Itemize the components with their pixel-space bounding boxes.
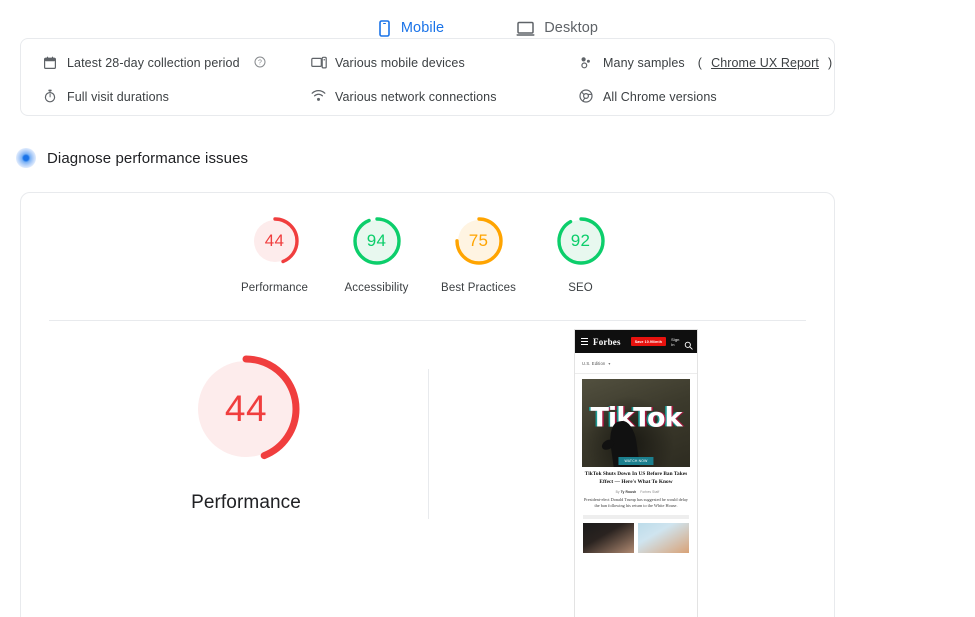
subscribe-button: Save 10.90/mth [630, 337, 667, 346]
related-thumbnail [583, 523, 634, 553]
forbes-logo: Forbes [593, 336, 621, 347]
stopwatch-icon [43, 89, 58, 104]
screenshot-site-header: Forbes Save 10.90/mth Sign In [575, 330, 697, 353]
performance-summary: 44 Performance [161, 350, 331, 514]
article-dek: President-elect Donald Trump has suggest… [584, 497, 688, 508]
info-label-many-samples: Many samples [603, 56, 685, 70]
info-label-chrome-versions: All Chrome versions [603, 89, 717, 104]
info-item-chrome-versions: All Chrome versions [579, 82, 834, 112]
gauge-value-accessibility: 94 [366, 231, 387, 250]
score-performance[interactable]: 44 Performance [224, 215, 326, 294]
edition-label: U.S. Edition [582, 360, 606, 366]
gauge-value-best-practices: 75 [468, 231, 489, 250]
gauge-accessibility: 94 [351, 215, 403, 267]
tab-desktop-label: Desktop [544, 20, 599, 36]
info-item-visit-durations: Full visit durations [43, 82, 311, 112]
article-headline: TikTok Shuts Down In US Before Ban Takes… [584, 471, 688, 485]
gauge-value-performance-large: 44 [224, 388, 268, 429]
performance-detail-area: 44 Performance Forbes Save 10.90/mth Sig… [21, 321, 834, 617]
mobile-icon [377, 19, 392, 37]
calendar-icon [43, 56, 58, 71]
help-icon[interactable]: ? [254, 56, 266, 71]
chevron-down-icon: ▾ [608, 360, 611, 366]
article-body: TikTok Shuts Down In US Before Ban Takes… [575, 467, 697, 509]
crux-paren-close: ) [827, 56, 833, 70]
vertical-divider [428, 369, 429, 519]
score-best-practices[interactable]: 75 Best Practices [428, 215, 530, 294]
info-item-mobile-devices: Various mobile devices [311, 48, 579, 78]
desktop-icon [516, 20, 535, 37]
score-accessibility[interactable]: 94 Accessibility [326, 215, 428, 294]
page-title: Diagnose performance issues [47, 149, 249, 167]
byline-role: Forbes Staff [640, 490, 660, 494]
mobile-devices-icon [311, 56, 327, 71]
blue-glow-icon [16, 148, 36, 168]
crux-paren-open: ( [697, 56, 703, 70]
lighthouse-results-card: 44 Performance 94 Accessibility 75 Best … [20, 192, 835, 617]
byline-author: Ty Roush [620, 490, 637, 494]
article-hero-image: TikTok WATCH NOW [582, 379, 690, 467]
info-item-collection-period: Latest 28-day collection period ? [43, 48, 311, 78]
article-byline: By Ty Roush Forbes Staff [584, 490, 688, 494]
diagnose-section-header: Diagnose performance issues [16, 148, 248, 168]
search-icon [684, 337, 694, 350]
edition-selector: U.S. Edition ▾ [575, 353, 697, 374]
gauge-value-seo: 92 [570, 231, 591, 250]
score-label-accessibility: Accessibility [344, 282, 409, 294]
page-screenshot-thumbnail[interactable]: Forbes Save 10.90/mth Sign In U.S. Editi… [574, 329, 698, 617]
tab-mobile-label: Mobile [400, 20, 445, 36]
svg-text:?: ? [258, 59, 262, 66]
performance-heading: Performance [191, 492, 301, 513]
field-data-info-panel: Latest 28-day collection period ? Variou… [20, 38, 835, 116]
gauge-performance-large: 44 [187, 350, 305, 468]
gauge-performance: 44 [249, 215, 301, 267]
score-label-performance: Performance [241, 282, 308, 294]
samples-icon [579, 56, 594, 71]
gauge-seo: 92 [555, 215, 607, 267]
info-item-network-connections: Various network connections [311, 82, 579, 112]
related-thumbnail [638, 523, 689, 553]
hamburger-menu-icon [581, 338, 588, 345]
sign-in-link: Sign In [671, 336, 680, 347]
wifi-icon [311, 89, 326, 104]
info-label-collection-period: Latest 28-day collection period [67, 56, 240, 70]
info-label-visit-durations: Full visit durations [67, 89, 170, 104]
gauge-value-performance: 44 [264, 231, 285, 250]
byline-by: By [615, 490, 620, 494]
info-label-network-connections: Various network connections [335, 89, 497, 104]
score-gauge-row: 44 Performance 94 Accessibility 75 Best … [21, 193, 834, 294]
score-label-seo: SEO [568, 282, 593, 294]
info-label-mobile-devices: Various mobile devices [335, 56, 465, 70]
chrome-ux-report-link[interactable]: Chrome UX Report [711, 56, 819, 70]
chrome-icon [579, 89, 594, 104]
tiktok-wordmark: TikTok [590, 402, 683, 434]
gauge-best-practices: 75 [453, 215, 505, 267]
related-articles-row [575, 519, 697, 553]
score-seo[interactable]: 92 SEO [530, 215, 632, 294]
score-label-best-practices: Best Practices [441, 282, 516, 294]
watch-now-badge: WATCH NOW [618, 457, 654, 465]
info-item-many-samples: Many samples ( Chrome UX Report) [579, 48, 834, 78]
